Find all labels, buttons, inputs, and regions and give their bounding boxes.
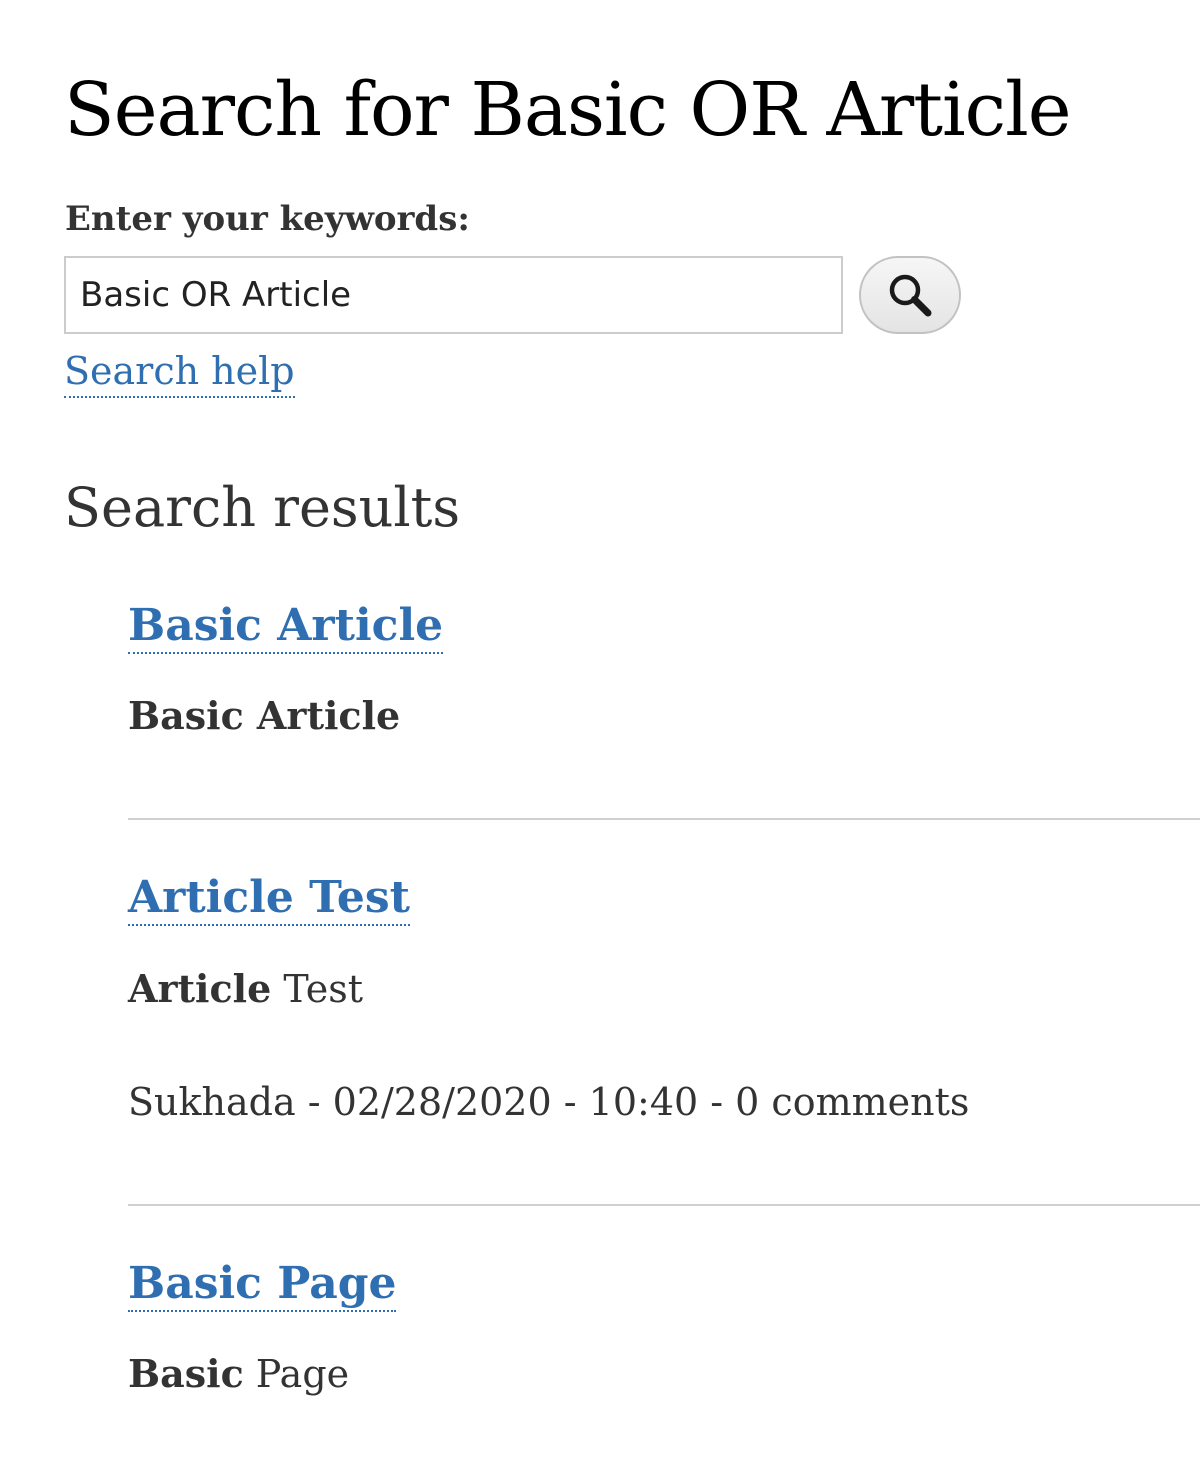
result-divider <box>128 818 1200 820</box>
result-title-link[interactable]: Basic Article <box>128 600 444 654</box>
search-input[interactable] <box>64 256 843 334</box>
result-snippet-match: Basic <box>128 1351 244 1396</box>
keywords-label: Enter your keywords: <box>65 199 470 239</box>
result-snippet: Basic Page <box>128 1350 349 1398</box>
result-title-link[interactable]: Basic Page <box>128 1258 397 1312</box>
search-icon <box>887 272 933 318</box>
result-snippet-text: Test <box>271 967 363 1011</box>
search-results-heading: Search results <box>64 476 461 539</box>
search-page: Search for Basic OR Article Enter your k… <box>0 0 1200 1473</box>
result-snippet: Basic Article <box>128 692 400 740</box>
result-snippet: Article Test <box>128 965 363 1013</box>
search-button[interactable] <box>859 256 961 334</box>
result-title-link[interactable]: Article Test <box>128 872 410 926</box>
page-title: Search for Basic OR Article <box>64 67 1072 153</box>
result-snippet-match: Basic Article <box>128 693 401 738</box>
result-snippet-text: Page <box>243 1352 350 1396</box>
result-snippet-match: Article <box>128 966 272 1011</box>
search-help-link[interactable]: Search help <box>64 346 295 398</box>
result-divider <box>128 1204 1200 1206</box>
result-meta: Sukhada - 02/28/2020 - 10:40 - 0 comment… <box>128 1080 970 1124</box>
